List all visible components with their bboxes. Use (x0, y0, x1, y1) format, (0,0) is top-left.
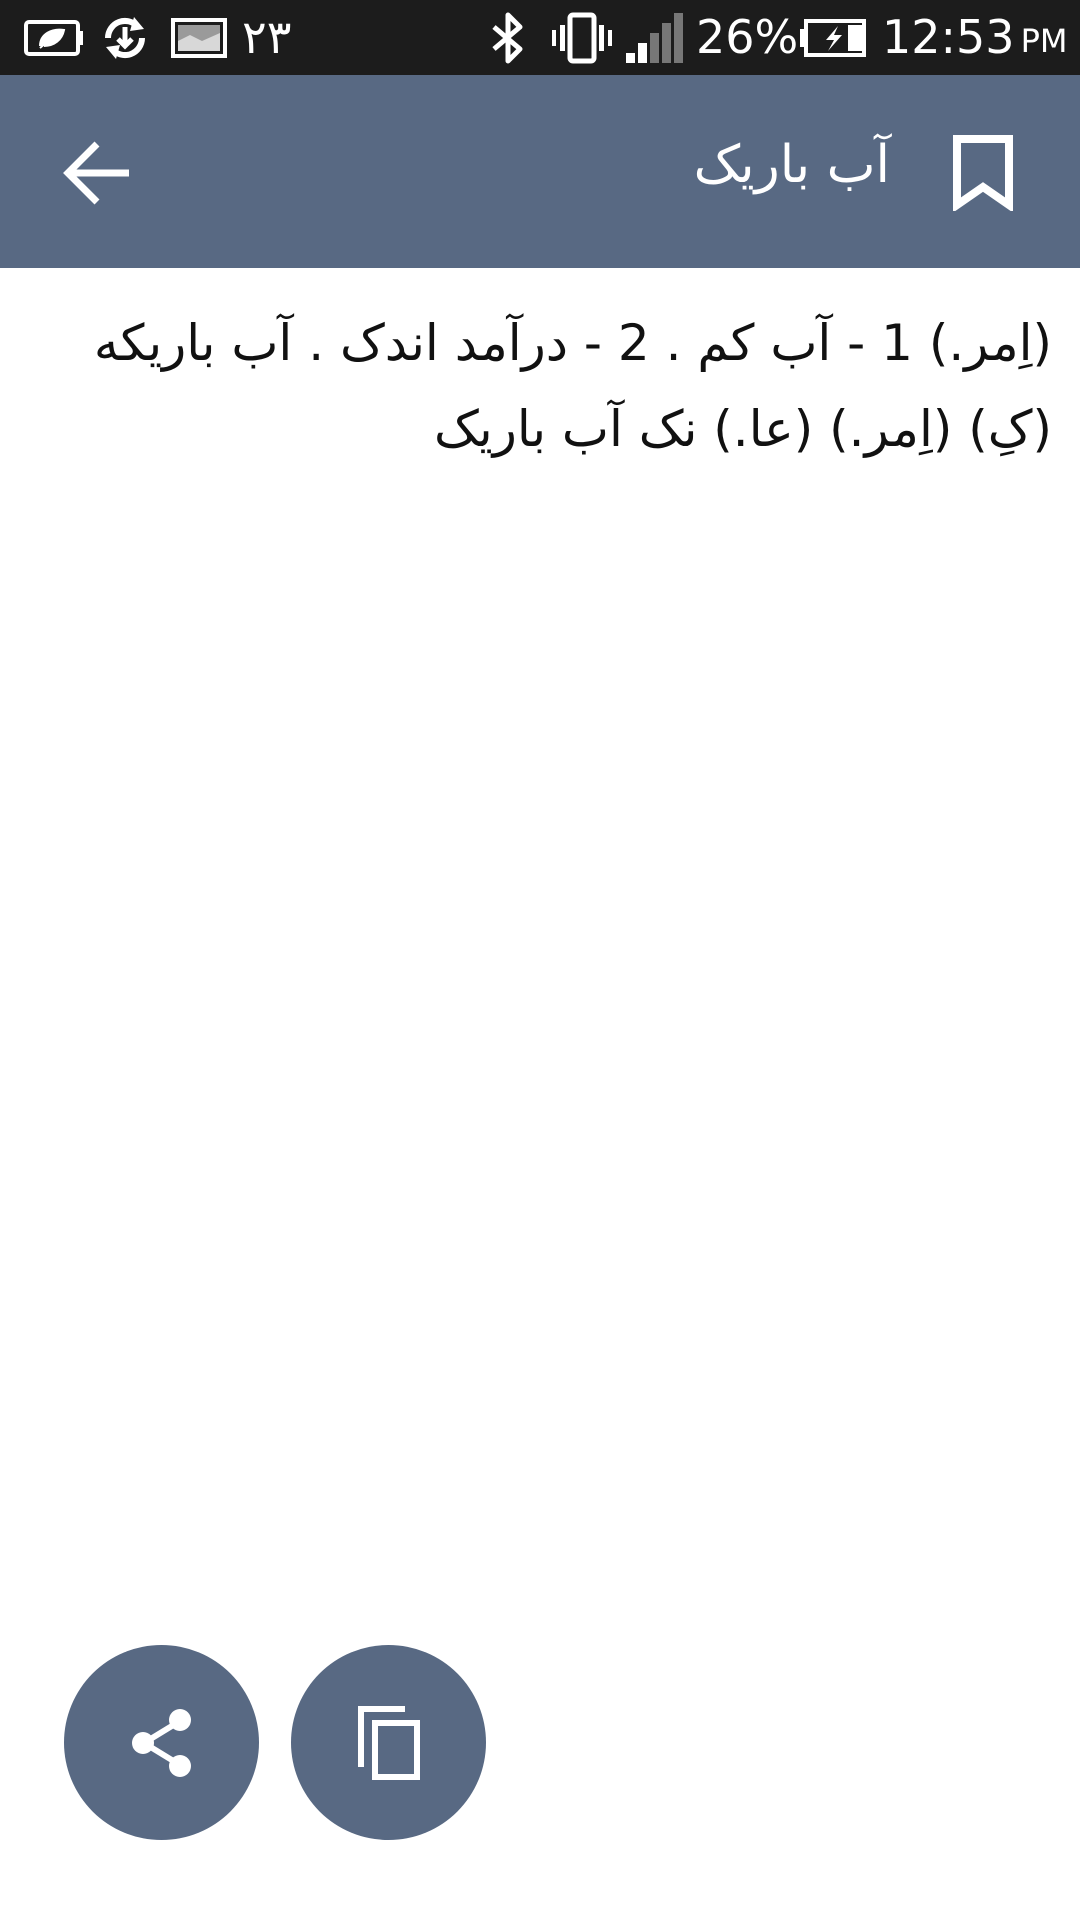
bookmark-button[interactable] (925, 115, 1040, 230)
back-button[interactable] (40, 115, 155, 230)
share-icon (131, 1708, 191, 1777)
eco-battery-icon (22, 0, 84, 75)
bluetooth-icon (486, 0, 530, 75)
gallery-icon (170, 0, 228, 75)
copy-icon (357, 1705, 420, 1780)
arrow-back-icon (62, 141, 129, 204)
page-title: آب باریک (693, 135, 890, 195)
charging-battery-icon (798, 0, 868, 75)
bookmark-icon (952, 134, 1013, 211)
share-button[interactable] (64, 1645, 259, 1840)
signal-icon (626, 0, 684, 75)
battery-percent: 26% (696, 10, 799, 64)
sync-download-icon (98, 0, 152, 75)
app-bar: آب باریک (0, 75, 1080, 268)
notification-count: ۲۳ (242, 10, 292, 64)
definition-text: (اِمر.) 1 - آب کم . 2 - درآمد اندک . آب … (93, 314, 1052, 458)
clock-ampm: PM (1020, 22, 1068, 60)
vibrate-icon (552, 0, 612, 75)
clock-time: 12:53 (882, 10, 1015, 64)
copy-button[interactable] (291, 1645, 486, 1840)
status-bar: ۲۳ 26% 12:53 PM (0, 0, 1080, 75)
clock: 12:53 PM (882, 0, 1067, 75)
